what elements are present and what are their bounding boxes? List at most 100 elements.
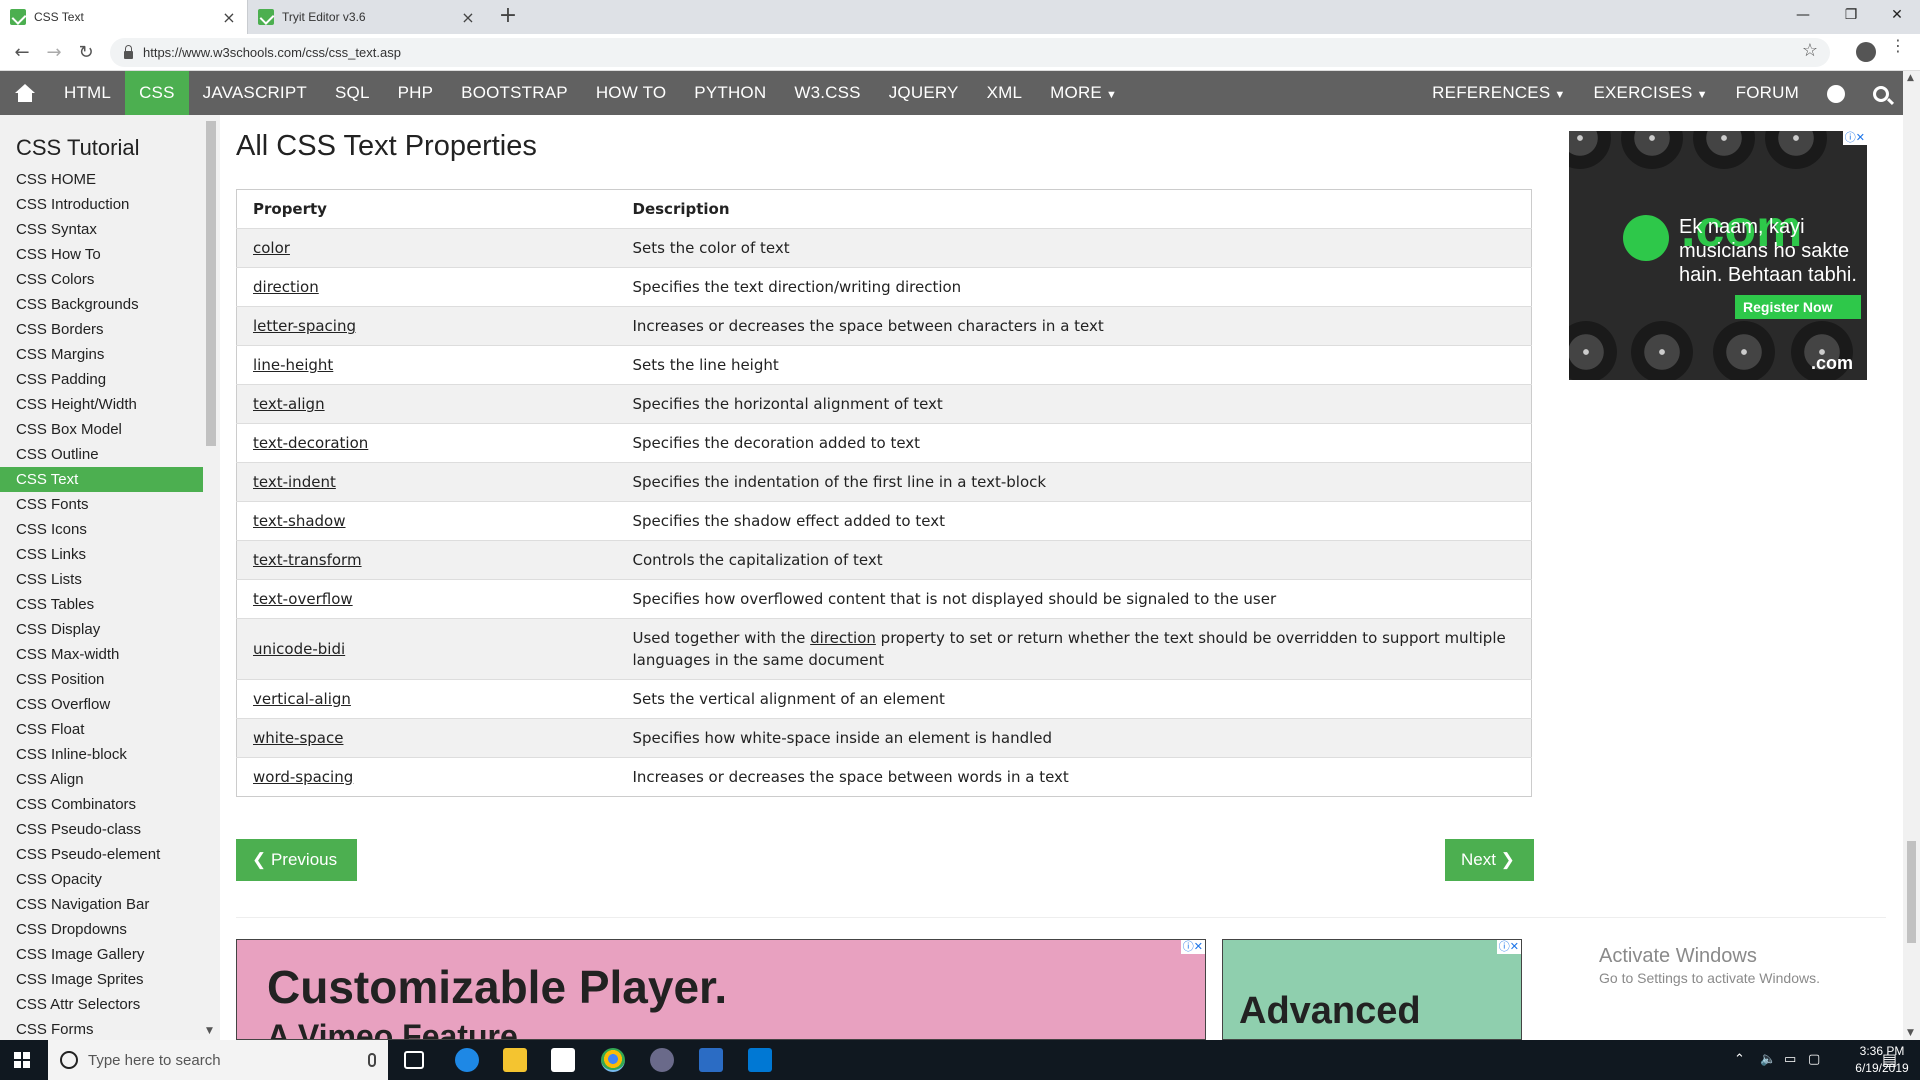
forward-arrow-icon[interactable]: → xyxy=(42,41,66,65)
sidebar-item-css-position[interactable]: CSS Position xyxy=(0,667,203,692)
taskbar-search-box[interactable]: Type here to search xyxy=(48,1040,388,1080)
ad-close-icon[interactable]: ⓘ✕ xyxy=(1180,940,1205,954)
property-link[interactable]: text-transform xyxy=(253,551,362,569)
side-ad[interactable]: .com Ek naam, kayi musicians ho sakte ha… xyxy=(1569,131,1867,380)
sidebar-item-css-pseudo-class[interactable]: CSS Pseudo-class xyxy=(0,817,203,842)
display-icon[interactable]: ▢ xyxy=(1808,1040,1820,1080)
menu-dots-icon[interactable]: ⋮ xyxy=(1890,38,1906,54)
sidebar-item-css-attr-selectors[interactable]: CSS Attr Selectors xyxy=(0,992,203,1017)
notifications-icon[interactable]: ▤ xyxy=(1882,1040,1897,1080)
app-icon[interactable] xyxy=(650,1048,674,1072)
document-icon[interactable] xyxy=(699,1048,723,1072)
new-tab-button[interactable]: + xyxy=(496,4,520,28)
sidebar-item-css-float[interactable]: CSS Float xyxy=(0,717,203,742)
property-link[interactable]: word-spacing xyxy=(253,768,353,786)
network-icon[interactable]: ▭ xyxy=(1784,1040,1796,1080)
property-link[interactable]: text-overflow xyxy=(253,590,353,608)
windows-start-icon[interactable] xyxy=(14,1052,30,1068)
sidebar-item-css-max-width[interactable]: CSS Max-width xyxy=(0,642,203,667)
sidebar-item-css-image-sprites[interactable]: CSS Image Sprites xyxy=(0,967,203,992)
sidebar-item-css-borders[interactable]: CSS Borders xyxy=(0,317,203,342)
search-button[interactable] xyxy=(1859,71,1903,115)
nav-w3css[interactable]: W3.CSS xyxy=(780,71,874,115)
property-link[interactable]: line-height xyxy=(253,356,333,374)
sidebar-item-css-pseudo-element[interactable]: CSS Pseudo-element xyxy=(0,842,203,867)
direction-link[interactable]: direction xyxy=(810,629,876,647)
sidebar-item-css-outline[interactable]: CSS Outline xyxy=(0,442,203,467)
file-explorer-icon[interactable] xyxy=(503,1048,527,1072)
sidebar-item-css-text[interactable]: CSS Text xyxy=(0,467,203,492)
nav-javascript[interactable]: JAVASCRIPT xyxy=(189,71,321,115)
profile-avatar-icon[interactable] xyxy=(1856,42,1876,62)
nav-html[interactable]: HTML xyxy=(50,71,125,115)
bookmark-star-icon[interactable]: ☆ xyxy=(1802,40,1818,61)
sidebar-item-css-lists[interactable]: CSS Lists xyxy=(0,567,203,592)
sidebar-item-css-combinators[interactable]: CSS Combinators xyxy=(0,792,203,817)
store-icon[interactable] xyxy=(551,1048,575,1072)
nav-xml[interactable]: XML xyxy=(973,71,1037,115)
back-arrow-icon[interactable]: ← xyxy=(10,41,34,65)
reload-icon[interactable]: ↻ xyxy=(74,41,98,65)
sidebar-item-css-box-model[interactable]: CSS Box Model xyxy=(0,417,203,442)
property-link[interactable]: vertical-align xyxy=(253,690,351,708)
sidebar-item-css-links[interactable]: CSS Links xyxy=(0,542,203,567)
page-scrollbar[interactable]: ▲ ▼ xyxy=(1903,71,1920,1040)
sidebar-item-css-opacity[interactable]: CSS Opacity xyxy=(0,867,203,892)
tab-tryit-editor[interactable]: Tryit Editor v3.6 × xyxy=(248,0,486,34)
microphone-icon[interactable] xyxy=(368,1053,376,1067)
scroll-up-arrow-icon[interactable]: ▲ xyxy=(1907,73,1914,83)
nav-references[interactable]: REFERENCES ▼ xyxy=(1418,71,1579,115)
sidebar-item-css-home[interactable]: CSS HOME xyxy=(0,167,203,192)
sidebar-item-css-dropdowns[interactable]: CSS Dropdowns xyxy=(0,917,203,942)
chrome-browser-icon[interactable] xyxy=(601,1048,625,1072)
nav-jquery[interactable]: JQUERY xyxy=(875,71,973,115)
scrollbar-thumb[interactable] xyxy=(1907,841,1916,943)
sidebar-item-css-inline-block[interactable]: CSS Inline-block xyxy=(0,742,203,767)
volume-icon[interactable]: 🔈 xyxy=(1760,1040,1776,1080)
url-field[interactable]: https://www.w3schools.com/css/css_text.a… xyxy=(110,38,1830,67)
ad-banner-advanced[interactable]: Advanced ⓘ✕ xyxy=(1222,939,1522,1040)
property-link[interactable]: text-decoration xyxy=(253,434,368,452)
nav-python[interactable]: PYTHON xyxy=(680,71,780,115)
property-link[interactable]: direction xyxy=(253,278,319,296)
nav-more[interactable]: MORE ▼ xyxy=(1036,71,1131,115)
property-link[interactable]: letter-spacing xyxy=(253,317,356,335)
sidebar-item-css-introduction[interactable]: CSS Introduction xyxy=(0,192,203,217)
sidebar-item-css-image-gallery[interactable]: CSS Image Gallery xyxy=(0,942,203,967)
restore-button[interactable]: ❐ xyxy=(1828,0,1874,30)
next-button[interactable]: Next ❯ xyxy=(1445,839,1534,881)
tray-chevron-icon[interactable]: ⌃ xyxy=(1734,1040,1745,1080)
nav-forum[interactable]: FORUM xyxy=(1722,71,1813,115)
property-link[interactable]: text-align xyxy=(253,395,325,413)
ad-banner-player[interactable]: Customizable Player. A Vimeo Feature ⓘ✕ xyxy=(236,939,1206,1040)
home-button[interactable] xyxy=(0,71,50,115)
sidebar-item-css-overflow[interactable]: CSS Overflow xyxy=(0,692,203,717)
scroll-down-arrow-icon[interactable]: ▼ xyxy=(206,1026,213,1036)
sidebar-item-css-navigation-bar[interactable]: CSS Navigation Bar xyxy=(0,892,203,917)
property-link[interactable]: unicode-bidi xyxy=(253,640,345,658)
sidebar-item-css-icons[interactable]: CSS Icons xyxy=(0,517,203,542)
task-view-icon[interactable] xyxy=(404,1051,424,1069)
sidebar-item-css-tables[interactable]: CSS Tables xyxy=(0,592,203,617)
property-link[interactable]: color xyxy=(253,239,290,257)
sidebar-scrollbar[interactable] xyxy=(206,121,216,446)
sidebar-item-css-height-width[interactable]: CSS Height/Width xyxy=(0,392,203,417)
minimize-button[interactable]: — xyxy=(1780,0,1826,30)
vscode-icon[interactable] xyxy=(748,1048,772,1072)
tab-css-text[interactable]: CSS Text × xyxy=(0,0,248,34)
nav-bootstrap[interactable]: BOOTSTRAP xyxy=(447,71,582,115)
sidebar-item-css-fonts[interactable]: CSS Fonts xyxy=(0,492,203,517)
sidebar-item-css-colors[interactable]: CSS Colors xyxy=(0,267,203,292)
sidebar-item-css-display[interactable]: CSS Display xyxy=(0,617,203,642)
property-link[interactable]: text-indent xyxy=(253,473,336,491)
translate-button[interactable] xyxy=(1813,71,1859,115)
scroll-down-arrow-icon[interactable]: ▼ xyxy=(1907,1028,1914,1038)
close-tab-icon[interactable]: × xyxy=(221,8,237,27)
ad-close-icon[interactable]: ⓘ✕ xyxy=(1842,131,1867,145)
sidebar-item-css-how-to[interactable]: CSS How To xyxy=(0,242,203,267)
nav-exercises[interactable]: EXERCISES ▼ xyxy=(1579,71,1721,115)
previous-button[interactable]: ❮ Previous xyxy=(236,839,357,881)
register-now-button[interactable]: Register Now xyxy=(1735,295,1861,319)
property-link[interactable]: text-shadow xyxy=(253,512,346,530)
nav-css[interactable]: CSS xyxy=(125,71,189,115)
